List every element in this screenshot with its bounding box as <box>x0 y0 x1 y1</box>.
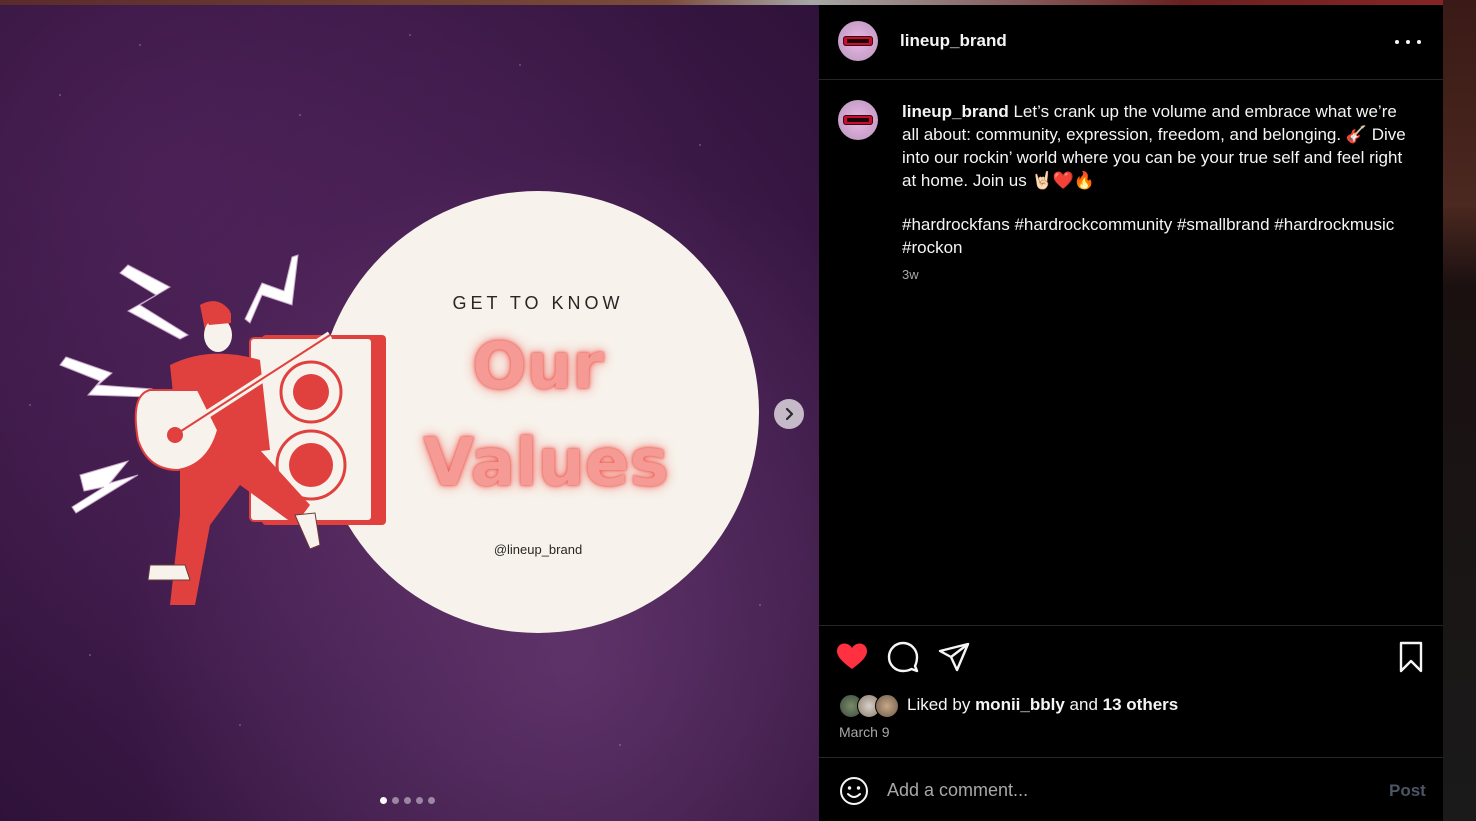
next-slide-button[interactable] <box>774 399 804 429</box>
chevron-right-icon <box>785 407 794 421</box>
emoji-button[interactable] <box>839 776 869 806</box>
comment-button[interactable] <box>886 640 920 674</box>
smiley-icon <box>840 777 868 805</box>
carousel-dot <box>404 797 411 804</box>
share-button[interactable] <box>937 640 971 674</box>
save-button[interactable] <box>1394 640 1428 674</box>
comment-input[interactable] <box>887 775 1367 805</box>
more-horizontal-icon <box>1395 40 1399 44</box>
media-handle: @lineup_brand <box>493 542 583 557</box>
more-options-button[interactable] <box>1395 33 1421 51</box>
carousel-indicator <box>380 797 435 805</box>
post-comment-button[interactable]: Post <box>1389 781 1426 801</box>
heart-filled-icon <box>837 643 867 669</box>
post-header: lineup_brand <box>819 5 1443 80</box>
post-side-panel: lineup_brand lineup_brand Let’s crank up… <box>819 5 1443 821</box>
avatar <box>875 694 899 718</box>
like-button[interactable] <box>835 640 869 674</box>
liked-by-user[interactable]: monii_bbly <box>975 695 1065 714</box>
liked-by-text: Liked by monii_bbly and 13 others <box>907 695 1178 715</box>
caption-hashtags[interactable]: #hardrockfans #hardrockcommunity #smallb… <box>902 213 1407 259</box>
carousel-dot <box>428 797 435 804</box>
liked-by-prefix: Liked by <box>907 695 971 714</box>
title-block: GET TO KNOW Our Values @lineup_brand <box>320 192 756 632</box>
headline-line-2: Values <box>423 424 669 501</box>
post-actions: Liked by monii_bbly and 13 others March … <box>819 625 1443 758</box>
carousel-dot <box>392 797 399 804</box>
caption-time: 3w <box>902 267 919 282</box>
avatar[interactable] <box>838 21 878 61</box>
headline-line-1: Our <box>472 330 604 404</box>
comment-bar: Post <box>819 757 1443 821</box>
post-date: March 9 <box>839 724 890 740</box>
carousel-dot <box>416 797 423 804</box>
bookmark-icon <box>1399 641 1423 673</box>
liked-by-others[interactable]: 13 others <box>1103 695 1179 714</box>
post-media[interactable]: GET TO KNOW Our Values @lineup_brand <box>0 5 819 821</box>
backdrop-right-edge <box>1443 0 1476 821</box>
comment-bubble-icon <box>887 641 919 673</box>
eyebrow-text: GET TO KNOW <box>452 293 624 313</box>
paper-plane-icon <box>938 642 970 672</box>
caption-avatar[interactable] <box>838 100 878 140</box>
liked-by-and: and <box>1069 695 1098 714</box>
carousel-dot <box>380 797 387 804</box>
caption: lineup_brand Let’s crank up the volume a… <box>902 100 1407 259</box>
liker-avatars[interactable] <box>839 694 905 718</box>
caption-username[interactable]: lineup_brand <box>902 102 1009 121</box>
header-username[interactable]: lineup_brand <box>900 31 1007 51</box>
caption-area: lineup_brand Let’s crank up the volume a… <box>819 80 1443 625</box>
